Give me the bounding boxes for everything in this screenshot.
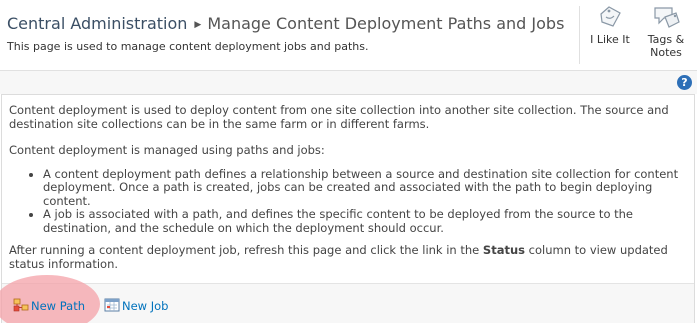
list-item: A job is associated with a path, and def… — [43, 207, 689, 235]
new-path-label: New Path — [31, 299, 86, 313]
bullet-list: A content deployment path defines a rela… — [43, 167, 689, 236]
title-area: Central Administration ▶ Manage Content De… — [0, 0, 697, 70]
new-path-button[interactable]: New Path — [13, 298, 85, 313]
list-item: A content deployment path defines a rela… — [43, 167, 689, 209]
tags-notes-button[interactable]: Tags & Notes — [638, 4, 694, 59]
new-job-label: New Job — [122, 299, 169, 313]
content-panel: Content deployment is used to deploy con… — [0, 94, 695, 323]
content-text: Content deployment is used to deploy con… — [9, 103, 689, 284]
i-like-it-button[interactable]: I Like It — [585, 4, 635, 46]
tags-label-line1: Tags & — [647, 33, 685, 46]
help-strip: ? — [0, 70, 697, 94]
after-run-text: After running a content deployment job, … — [9, 243, 689, 271]
intro-text: Content deployment is used to deploy con… — [9, 103, 669, 131]
page-title: Central Administration ▶ Manage Content De… — [7, 14, 564, 33]
help-icon[interactable]: ? — [677, 75, 692, 90]
new-job-button[interactable]: New Job — [104, 298, 168, 313]
divider — [579, 6, 580, 64]
i-like-it-label: I Like It — [590, 33, 630, 46]
toolbar: New Path New Job — [0, 275, 694, 323]
tags-notes-icon — [654, 7, 680, 28]
new-path-icon — [13, 298, 29, 312]
breadcrumb-current: Manage Content Deployment Paths and Jobs — [207, 14, 565, 33]
breadcrumb-central-administration[interactable]: Central Administration — [7, 14, 187, 33]
status-bold-text: Status — [482, 243, 525, 257]
thumbs-up-tag-icon — [600, 6, 621, 27]
page-description: This page is used to manage content depl… — [7, 40, 369, 53]
after-run-text-start: After running a content deployment job, … — [9, 243, 480, 257]
managed-text: Content deployment is managed using path… — [9, 143, 325, 157]
breadcrumb-separator-icon: ▶ — [194, 20, 202, 30]
tags-label-line2: Notes — [650, 46, 682, 59]
new-job-icon — [104, 298, 120, 312]
